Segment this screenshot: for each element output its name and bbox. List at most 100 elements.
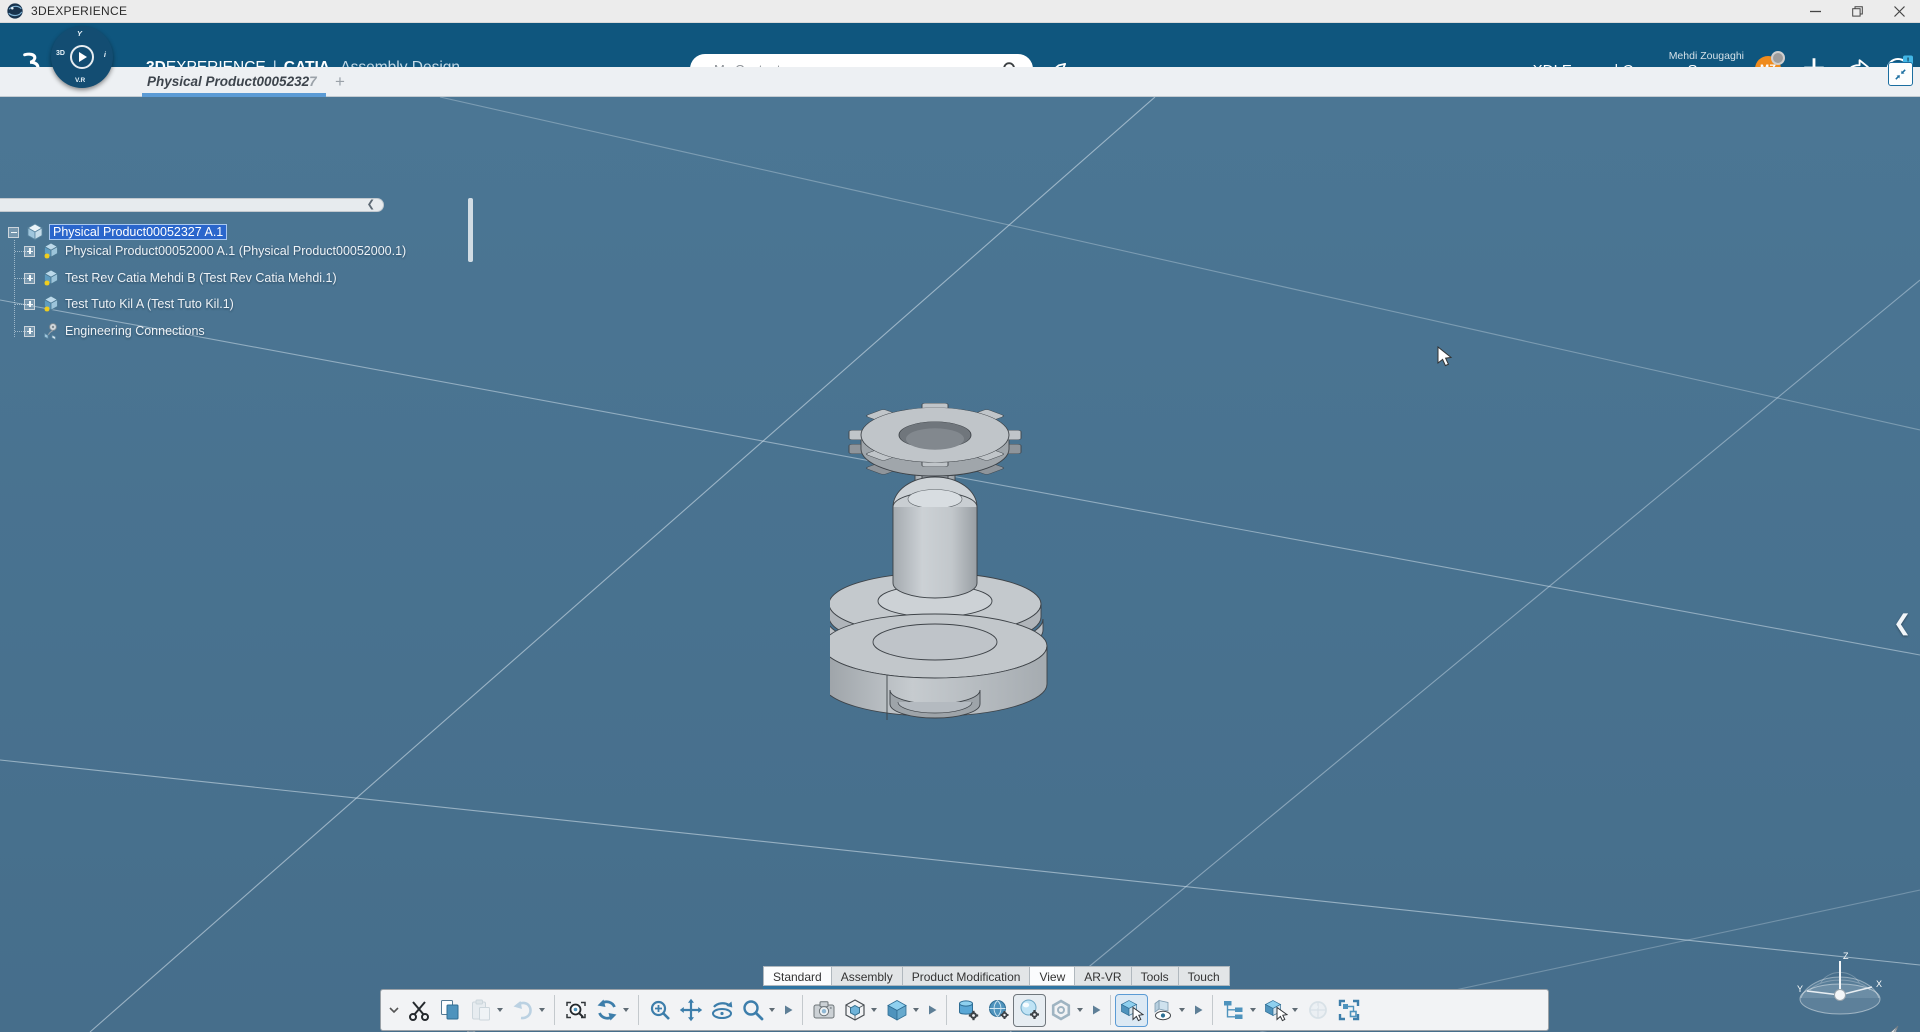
tree-root-label[interactable]: Physical Product00052327 A.1	[49, 224, 227, 240]
tree-scrollbar[interactable]	[468, 198, 473, 262]
ribbon-tab-product-modification[interactable]: Product Modification	[902, 966, 1030, 986]
update-icon	[595, 998, 619, 1022]
play-icon	[1090, 1004, 1102, 1016]
view-axis-robot[interactable]: Z X Y	[1785, 949, 1895, 1029]
restore-button[interactable]	[1836, 0, 1878, 23]
cube-eye-icon	[1151, 998, 1175, 1022]
iso-view-button[interactable]	[839, 995, 870, 1026]
3d-viewport[interactable]: ❮ Physical Product00052327 A.1 Physical …	[0, 97, 1920, 1032]
hide-show-button[interactable]	[1147, 995, 1178, 1026]
render-style-button[interactable]	[881, 995, 912, 1026]
tree-toolbar-strip[interactable]: ❮	[0, 198, 384, 212]
expand-node-toggle[interactable]	[24, 326, 35, 337]
zoom-icon	[648, 998, 672, 1022]
collapse-node-toggle[interactable]	[8, 227, 19, 238]
update-button-dropdown[interactable]	[623, 1008, 629, 1012]
pencil-icon[interactable]	[1862, 1022, 1904, 1032]
engineering-connections-icon	[41, 321, 61, 341]
cube-cursor-icon	[1264, 998, 1288, 1022]
hide-show-button-dropdown[interactable]	[1179, 1008, 1185, 1012]
compass-east-label: i	[104, 50, 106, 59]
ribbon-tab-ar-vr[interactable]: AR-VR	[1074, 966, 1130, 986]
database-gear-icon	[956, 998, 980, 1022]
new-tab-button[interactable]: +	[330, 67, 350, 97]
tree-options-button[interactable]	[1218, 995, 1249, 1026]
undo-icon	[511, 998, 535, 1022]
view-search-button[interactable]	[737, 995, 768, 1026]
rotate-icon	[710, 998, 734, 1022]
tree-icon	[1222, 998, 1246, 1022]
pan-icon	[679, 998, 703, 1022]
collapse-left-icon[interactable]: ❮	[367, 200, 375, 210]
paste-button-dropdown[interactable]	[497, 1008, 503, 1012]
manage-data-button[interactable]	[952, 995, 983, 1026]
view-search-button-dropdown[interactable]	[769, 1008, 775, 1012]
window-title: 3DEXPERIENCE	[31, 4, 127, 18]
expand-node-toggle[interactable]	[24, 273, 35, 284]
chevron-down-icon	[388, 1004, 400, 1016]
minimize-button[interactable]	[1794, 0, 1836, 23]
axis-y-label: Y	[1797, 984, 1803, 994]
capture-button[interactable]	[808, 995, 839, 1026]
doc-tab-label-cursor-char: 7	[309, 74, 317, 89]
toolbar-collapse-button[interactable]	[385, 995, 403, 1026]
update-button[interactable]	[591, 995, 622, 1026]
product-icon	[41, 294, 61, 314]
action-toolbar	[380, 989, 1549, 1031]
rotate-button[interactable]	[706, 995, 737, 1026]
ribbon-tab-touch[interactable]: Touch	[1178, 966, 1230, 986]
play-icon	[1192, 1004, 1204, 1016]
sphere-gear-icon	[1018, 998, 1042, 1022]
iso-view-button-dropdown[interactable]	[871, 1008, 877, 1012]
flyout-select-more[interactable]	[1189, 995, 1207, 1026]
hexagon-icon	[1049, 998, 1073, 1022]
app-header-bar: 3DEXPERIENCE|CATIA Assembly Design Mehdi…	[0, 23, 1920, 67]
object-pick-button-dropdown[interactable]	[1292, 1008, 1298, 1012]
toolbar-separator	[638, 995, 639, 1025]
tree-options-button-dropdown[interactable]	[1250, 1008, 1256, 1012]
tree-node-label[interactable]: Test Rev Catia Mehdi B (Test Rev Catia M…	[65, 271, 337, 285]
pan-button[interactable]	[675, 995, 706, 1026]
expand-node-toggle[interactable]	[24, 299, 35, 310]
ribbon-tab-tools[interactable]: Tools	[1131, 966, 1178, 986]
exit-fullscreen-button[interactable]	[1888, 62, 1913, 86]
render-style-button-dropdown[interactable]	[913, 1008, 919, 1012]
select-mode-button[interactable]	[1116, 995, 1147, 1026]
tree-node-row: Test Tuto Kil A (Test Tuto Kil.1)	[24, 293, 234, 315]
expand-node-toggle[interactable]	[24, 246, 35, 257]
ribbon-tab-view[interactable]: View	[1029, 966, 1074, 986]
ribbon-tab-standard[interactable]: Standard	[763, 966, 831, 986]
ghost-icon	[1306, 998, 1330, 1022]
copy-button[interactable]	[434, 995, 465, 1026]
close-button[interactable]	[1878, 0, 1920, 23]
flyout-render-more[interactable]	[923, 995, 941, 1026]
undo-button-dropdown[interactable]	[539, 1008, 545, 1012]
toolbar-separator	[946, 995, 947, 1025]
preferences-button[interactable]	[1045, 995, 1076, 1026]
cut-button[interactable]	[403, 995, 434, 1026]
cube-cursor-icon	[1120, 998, 1144, 1022]
axis-x-label: X	[1876, 979, 1882, 989]
flyout-data-more[interactable]	[1087, 995, 1105, 1026]
tree-node-label[interactable]: Test Tuto Kil A (Test Tuto Kil.1)	[65, 297, 234, 311]
product-icon	[41, 268, 61, 288]
session-options-button[interactable]	[1014, 995, 1045, 1026]
zoom-button[interactable]	[644, 995, 675, 1026]
ribbon-tab-assembly[interactable]: Assembly	[831, 966, 902, 986]
expand-right-panel-chevron[interactable]: ❮	[1893, 610, 1911, 636]
tree-node-label[interactable]: Engineering Connections	[65, 324, 205, 338]
flyout-view-more[interactable]	[779, 995, 797, 1026]
compass-west-label: 3D	[56, 50, 65, 57]
collab-spaces-button[interactable]	[983, 995, 1014, 1026]
structure-browser-button[interactable]	[1333, 995, 1364, 1026]
preferences-button-dropdown[interactable]	[1077, 1008, 1083, 1012]
zoom-area-icon	[564, 998, 588, 1022]
tree-node-label[interactable]: Physical Product00052000 A.1 (Physical P…	[65, 244, 406, 258]
3d-compass[interactable]: 3D V.R Y i	[51, 26, 113, 88]
shaded-cube-icon	[885, 998, 909, 1022]
object-pick-button[interactable]	[1260, 995, 1291, 1026]
mouse-cursor	[1437, 346, 1453, 368]
paste-icon	[469, 998, 493, 1022]
zoom-area-button[interactable]	[560, 995, 591, 1026]
play-icon	[79, 52, 87, 62]
